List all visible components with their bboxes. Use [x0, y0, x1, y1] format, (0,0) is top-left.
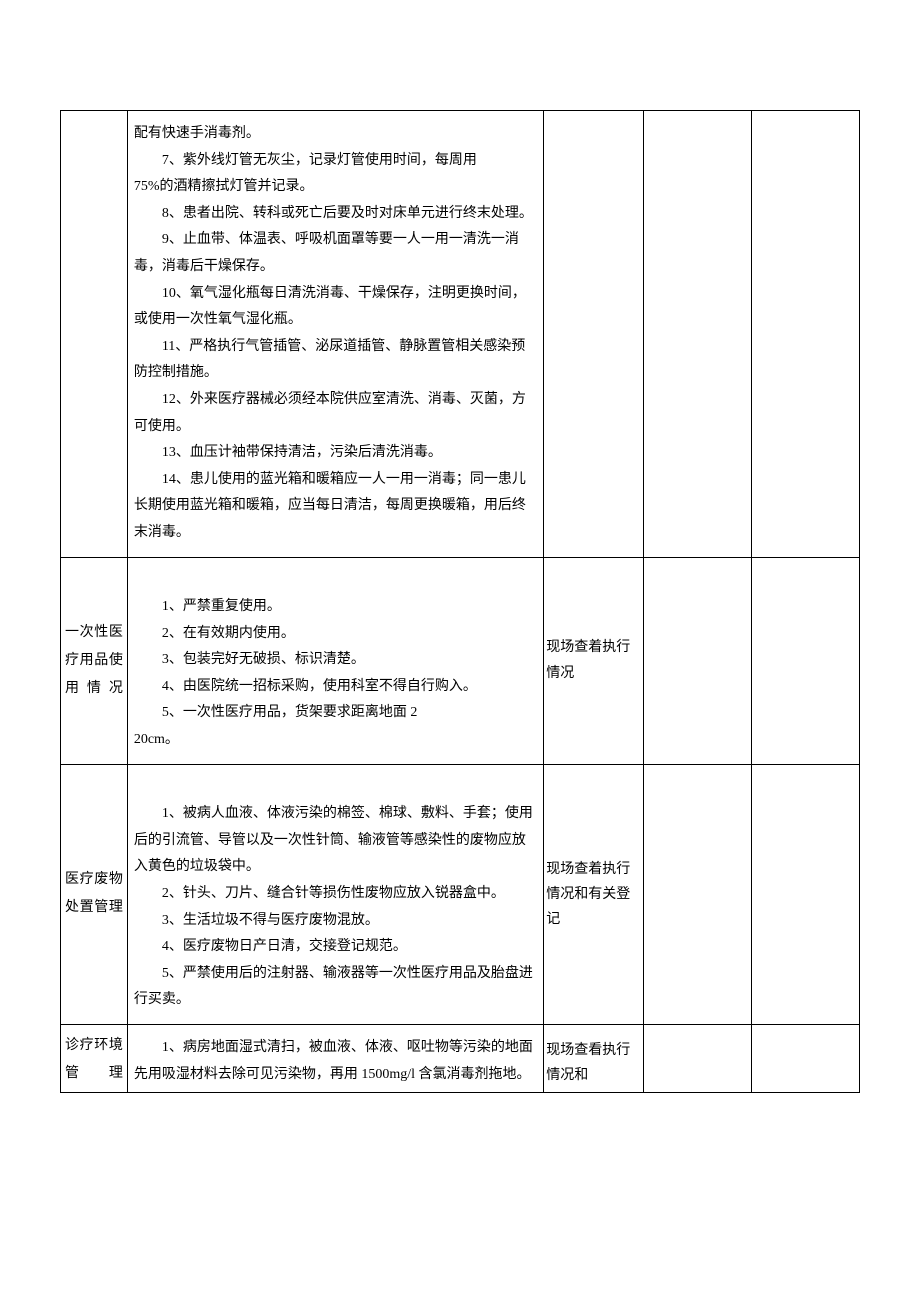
- content-line: 13、血压计袖带保持清洁，污染后清洗消毒。: [134, 440, 537, 467]
- row-empty1: [644, 557, 752, 764]
- row-label: 一次性医疗用品使用情况: [65, 625, 123, 696]
- content-line: 8、患者出院、转科或死亡后要及时对床单元进行终末处理。: [134, 201, 537, 228]
- content-line: 4、医疗废物日产日清，交接登记规范。: [134, 934, 537, 961]
- content-line: 10、氧气湿化瓶每日清洗消毒、干燥保存，注明更换时间，或使用一次性氧气湿化瓶。: [134, 281, 537, 334]
- row-check: 现场查看执行情况和: [546, 1043, 630, 1083]
- row-check-cell: [544, 111, 644, 558]
- content-line: 75%的酒精擦拭灯管并记录。: [134, 174, 537, 201]
- content-line: 3、生活垃圾不得与医疗废物混放。: [134, 908, 537, 935]
- content-line: 4、由医院统一招标采购，使用科室不得自行购入。: [134, 674, 537, 701]
- content-line: 9、止血带、体温表、呼吸机面罩等要一人一用一清洗一消毒，消毒后干燥保存。: [134, 227, 537, 280]
- row-empty2: [751, 111, 859, 558]
- row-empty2: [751, 764, 859, 1024]
- content-line: 7、紫外线灯管无灰尘，记录灯管使用时间，每周用: [134, 148, 537, 175]
- row-empty1: [644, 1025, 752, 1093]
- row-label-cell: [61, 111, 128, 558]
- row-content-cell: 1、严禁重复使用。 2、在有效期内使用。 3、包装完好无破损、标识清楚。 4、由…: [127, 557, 543, 764]
- row-check: 现场查着执行情况: [546, 640, 630, 680]
- table-row: 配有快速手消毒剂。 7、紫外线灯管无灰尘，记录灯管使用时间，每周用 75%的酒精…: [61, 111, 860, 558]
- content-line: 14、患儿使用的蓝光箱和暖箱应一人一用一消毒；同一患儿长期使用蓝光箱和暖箱，应当…: [134, 467, 537, 547]
- content-line: 配有快速手消毒剂。: [134, 121, 537, 148]
- content-text: 1、严禁重复使用。 2、在有效期内使用。 3、包装完好无破损、标识清楚。 4、由…: [130, 562, 541, 760]
- content-text: 1、病房地面湿式清扫，被血液、体液、呕吐物等污染的地面先用吸湿材料去除可见污染物…: [130, 1029, 541, 1088]
- row-content-cell: 1、被病人血液、体液污染的棉签、棉球、敷料、手套；使用后的引流管、导管以及一次性…: [127, 764, 543, 1024]
- row-check: 现场查着执行情况和有关登记: [546, 862, 630, 927]
- table-row: 医疗废物处置管理 1、被病人血液、体液污染的棉签、棉球、敷料、手套；使用后的引流…: [61, 764, 860, 1024]
- row-label-cell: 医疗废物处置管理: [61, 764, 128, 1024]
- row-empty1: [644, 764, 752, 1024]
- table-row: 诊疗环境管理 1、病房地面湿式清扫，被血液、体液、呕吐物等污染的地面先用吸湿材料…: [61, 1025, 860, 1093]
- content-line: 1、病房地面湿式清扫，被血液、体液、呕吐物等污染的地面先用吸湿材料去除可见污染物…: [134, 1035, 537, 1088]
- row-check-cell: 现场查看执行情况和: [544, 1025, 644, 1093]
- inspection-table: 配有快速手消毒剂。 7、紫外线灯管无灰尘，记录灯管使用时间，每周用 75%的酒精…: [60, 110, 860, 1093]
- row-empty1: [644, 111, 752, 558]
- row-label: 诊疗环境管理: [65, 1038, 123, 1081]
- row-label-cell: 一次性医疗用品使用情况: [61, 557, 128, 764]
- content-line: 5、一次性医疗用品，货架要求距离地面 2: [134, 700, 537, 727]
- content-line: 2、针头、刀片、缝合针等损伤性废物应放入锐器盒中。: [134, 881, 537, 908]
- row-empty2: [751, 557, 859, 764]
- row-content-cell: 1、病房地面湿式清扫，被血液、体液、呕吐物等污染的地面先用吸湿材料去除可见污染物…: [127, 1025, 543, 1093]
- content-line: 5、严禁使用后的注射器、输液器等一次性医疗用品及胎盘进行买卖。: [134, 961, 537, 1014]
- content-line: 11、严格执行气管插管、泌尿道插管、静脉置管相关感染预防控制措施。: [134, 334, 537, 387]
- content-line: 1、严禁重复使用。: [134, 594, 537, 621]
- table-row: 一次性医疗用品使用情况 1、严禁重复使用。 2、在有效期内使用。 3、包装完好无…: [61, 557, 860, 764]
- row-check-cell: 现场查着执行情况和有关登记: [544, 764, 644, 1024]
- content-text: 1、被病人血液、体液污染的棉签、棉球、敷料、手套；使用后的引流管、导管以及一次性…: [130, 769, 541, 1020]
- content-line: 20cm。: [134, 727, 537, 754]
- content-line: 12、外来医疗器械必须经本院供应室清洗、消毒、灭菌，方可使用。: [134, 387, 537, 440]
- row-check-cell: 现场查着执行情况: [544, 557, 644, 764]
- row-empty2: [751, 1025, 859, 1093]
- document-page: 配有快速手消毒剂。 7、紫外线灯管无灰尘，记录灯管使用时间，每周用 75%的酒精…: [0, 0, 920, 1133]
- row-label: 医疗废物处置管理: [65, 872, 123, 915]
- content-line: 3、包装完好无破损、标识清楚。: [134, 647, 537, 674]
- content-line: 1、被病人血液、体液污染的棉签、棉球、敷料、手套；使用后的引流管、导管以及一次性…: [134, 801, 537, 881]
- row-content-cell: 配有快速手消毒剂。 7、紫外线灯管无灰尘，记录灯管使用时间，每周用 75%的酒精…: [127, 111, 543, 558]
- content-line: 2、在有效期内使用。: [134, 621, 537, 648]
- content-text: 配有快速手消毒剂。 7、紫外线灯管无灰尘，记录灯管使用时间，每周用 75%的酒精…: [130, 115, 541, 553]
- row-label-cell: 诊疗环境管理: [61, 1025, 128, 1093]
